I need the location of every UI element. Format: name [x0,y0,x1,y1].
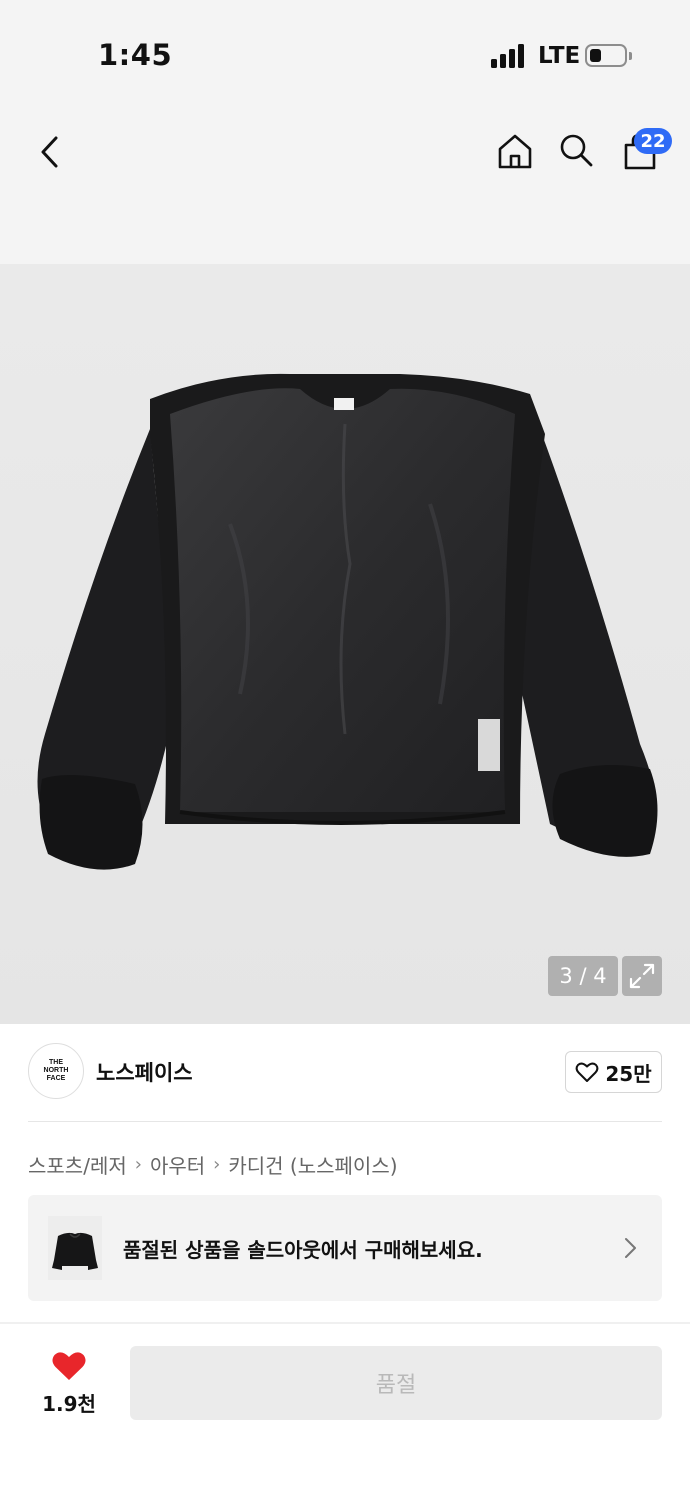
expand-image-button[interactable] [622,956,662,996]
chevron-right-icon: › [134,1153,142,1175]
breadcrumb-item[interactable]: 아우터 [150,1150,205,1179]
brand-logo[interactable]: THE NORTH FACE [28,1043,84,1099]
chevron-left-icon [41,136,58,168]
brand-like-button[interactable]: 25만 [565,1051,662,1093]
home-icon [498,134,532,169]
cart-count-badge: 22 [634,128,672,154]
soldout-banner[interactable]: 품절된 상품을 솔드아웃에서 구매해보세요. [28,1195,662,1301]
top-navigation [0,110,690,264]
back-button[interactable] [28,130,72,174]
soldout-banner-text: 품절된 상품을 솔드아웃에서 구매해보세요. [123,1238,483,1262]
status-bar: 1:45 LTE [0,0,690,110]
chevron-right-icon: › [213,1153,221,1175]
home-button[interactable] [494,130,536,172]
chevron-right-icon [625,1238,636,1258]
breadcrumb-item[interactable]: 스포츠/레저 [28,1150,127,1179]
product-photo [37,373,658,870]
brand-name[interactable]: 노스페이스 [96,1057,193,1087]
brand-row[interactable]: THE NORTH FACE 노스페이스 25만 [28,1043,662,1101]
breadcrumb-item[interactable]: 카디건 (노스페이스) [228,1150,397,1179]
wishlist-button[interactable]: 1.9천 [38,1350,100,1416]
search-button[interactable] [556,130,596,170]
battery-icon [585,44,627,67]
breadcrumb: 스포츠/레저 › 아우터 › 카디건 (노스페이스) [28,1150,398,1178]
soldout-product-thumbnail [48,1216,102,1280]
network-label: LTE [538,43,581,69]
search-icon [560,134,593,167]
signal-icon [491,44,525,68]
image-counter: 3 / 4 [548,956,618,996]
status-time: 1:45 [98,38,173,72]
product-image-gallery[interactable]: 3 / 4 [0,264,690,1024]
heart-filled-icon [52,1352,86,1380]
expand-icon [629,963,655,989]
divider [0,1322,690,1324]
purchase-button-disabled[interactable]: 품절 [130,1346,662,1420]
brand-like-count: 25만 [605,1061,652,1086]
divider [28,1121,662,1122]
heart-outline-icon [576,1062,599,1082]
wishlist-count: 1.9천 [42,1392,96,1416]
